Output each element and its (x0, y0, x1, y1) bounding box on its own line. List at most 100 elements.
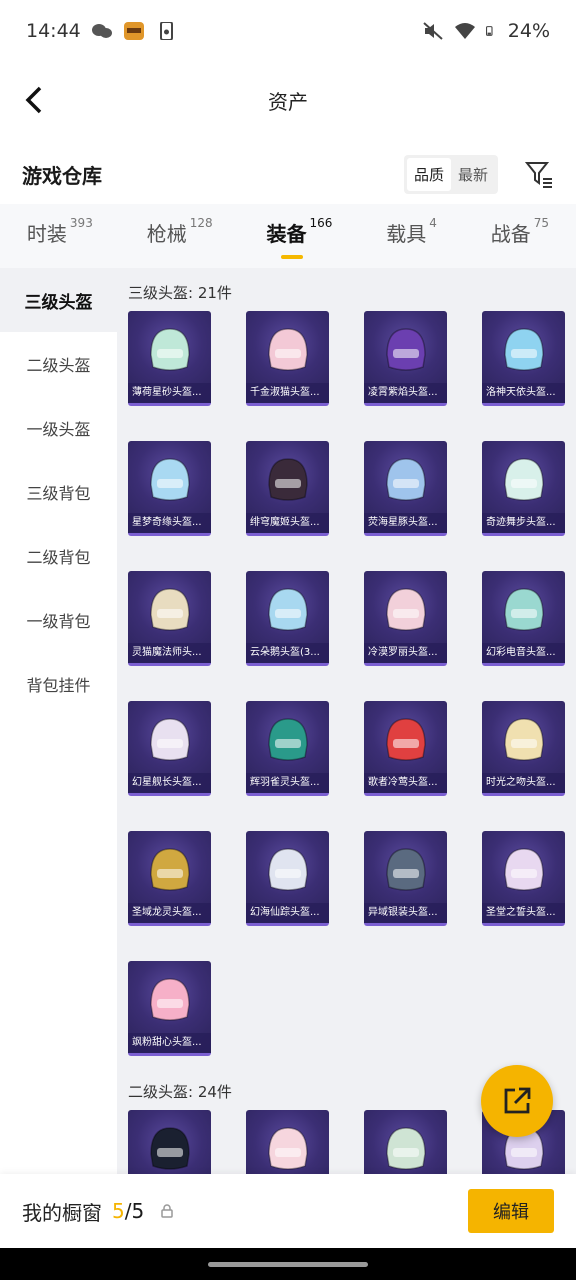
item-name: 薄荷星砂头盔... (128, 383, 211, 403)
mute-icon (423, 22, 443, 40)
helmet-icon (150, 458, 190, 501)
item-card[interactable]: 时光之吻头盔... (482, 701, 565, 796)
item-name: 时光之吻头盔... (482, 773, 565, 793)
sidebar-item-level2-helmet[interactable]: 二级头盔 (0, 332, 117, 396)
item-card[interactable]: 圣堂之誓头盔... (482, 831, 565, 926)
item-card[interactable] (128, 1110, 211, 1174)
tab-label: 装备 (266, 221, 307, 246)
tab-count: 4 (429, 215, 437, 230)
item-name: 幻海仙踪头盔... (246, 903, 329, 923)
item-name: 圣域龙灵头盔... (128, 903, 211, 923)
item-name: 辉羽雀灵头盔... (246, 773, 329, 793)
filter-icon[interactable] (524, 159, 554, 189)
share-button[interactable] (481, 1065, 553, 1137)
item-name: 奇迹舞步头盔... (482, 513, 565, 533)
back-button[interactable] (16, 78, 52, 122)
item-card[interactable]: 奇迹舞步头盔... (482, 441, 565, 536)
tab-equipment[interactable]: 装备 166 (266, 215, 333, 259)
home-gesture-handle[interactable] (208, 1262, 368, 1267)
item-card[interactable]: 灵猫魔法师头... (128, 571, 211, 666)
helmet-icon (504, 328, 544, 371)
item-card[interactable] (364, 1110, 447, 1174)
sort-quality-button[interactable]: 品质 (406, 157, 451, 191)
helmet-icon (268, 588, 308, 631)
item-card[interactable] (246, 1110, 329, 1174)
item-name: 歌者冷莺头盔... (364, 773, 447, 793)
battery-icon (485, 26, 493, 36)
subcategory-sidebar: 三级头盔 二级头盔 一级头盔 三级背包 二级背包 一级背包 背包挂件 (0, 268, 117, 1174)
lock-icon (161, 1204, 173, 1218)
tab-vehicles[interactable]: 载具 4 (386, 215, 437, 255)
item-card[interactable]: 幻彩电音头盔... (482, 571, 565, 666)
sidebar-item-level3-helmet[interactable]: 三级头盔 (0, 268, 117, 332)
item-card[interactable]: 圣域龙灵头盔... (128, 831, 211, 926)
repo-title: 游戏仓库 (22, 163, 102, 188)
helmet-icon (268, 848, 308, 891)
sidebar-item-level2-backpack[interactable]: 二级背包 (0, 524, 117, 588)
item-card[interactable]: 千金淑猫头盔... (246, 311, 329, 406)
sidebar-item-level1-backpack[interactable]: 一级背包 (0, 588, 117, 652)
sidebar-item-backpack-charm[interactable]: 背包挂件 (0, 652, 117, 716)
item-card[interactable]: 凌霄紫焰头盔... (364, 311, 447, 406)
helmet-icon (150, 848, 190, 891)
tab-fashion[interactable]: 时装 393 (26, 216, 93, 255)
item-card[interactable]: 薄荷星砂头盔... (128, 311, 211, 406)
item-card[interactable]: 洛神天依头盔... (482, 311, 565, 406)
tab-weapons[interactable]: 枪械 128 (146, 215, 213, 255)
helmet-icon (386, 588, 426, 631)
helmet-icon (268, 718, 308, 761)
edit-button[interactable]: 编辑 (468, 1189, 554, 1233)
item-card[interactable]: 云朵鹅头盔(3... (246, 571, 329, 666)
item-card[interactable]: 歌者冷莺头盔... (364, 701, 447, 796)
helmet-icon (150, 718, 190, 761)
helmet-icon (150, 328, 190, 371)
helmet-icon (504, 718, 544, 761)
category-tabs: 时装 393 枪械 128 装备 166 载具 4 战备 75 (0, 204, 576, 268)
sidebar-item-level3-backpack[interactable]: 三级背包 (0, 460, 117, 524)
helmet-icon (268, 1127, 308, 1170)
showcase-total: /5 (124, 1199, 145, 1223)
item-card[interactable]: 荧海星豚头盔... (364, 441, 447, 536)
item-card[interactable]: 幻星舰长头盔... (128, 701, 211, 796)
item-name: 幻彩电音头盔... (482, 643, 565, 663)
status-time: 14:44 (26, 20, 81, 42)
tab-count: 128 (189, 215, 213, 230)
back-arrow-icon (25, 86, 42, 114)
tab-supplies[interactable]: 战备 75 (490, 215, 549, 255)
tab-label: 载具 (386, 221, 427, 246)
tab-label: 时装 (26, 221, 67, 246)
helmet-icon (268, 328, 308, 371)
tab-label: 战备 (490, 221, 531, 246)
item-name: 千金淑猫头盔... (246, 383, 329, 403)
helmet-icon (268, 458, 308, 501)
tab-count: 75 (533, 215, 549, 230)
showcase-current: 5 (112, 1199, 125, 1223)
phone-lock-icon (159, 22, 173, 40)
sidebar-item-level1-helmet[interactable]: 一级头盔 (0, 396, 117, 460)
showcase-label: 我的橱窗 (22, 1200, 102, 1225)
external-link-icon (504, 1087, 531, 1114)
item-card[interactable]: 绯穹魔姬头盔... (246, 441, 329, 536)
sort-latest-button[interactable]: 最新 (451, 158, 495, 191)
helmet-icon (150, 1127, 190, 1170)
helmet-icon (504, 848, 544, 891)
item-name: 荧海星豚头盔... (364, 513, 447, 533)
helmet-icon (504, 588, 544, 631)
tab-label: 枪械 (146, 221, 187, 246)
battery-level: 24% (507, 20, 550, 42)
item-name: 星梦奇缘头盔... (128, 513, 211, 533)
item-card[interactable]: 冷漠罗丽头盔... (364, 571, 447, 666)
item-card[interactable]: 异域银装头盔... (364, 831, 447, 926)
item-card[interactable]: 星梦奇缘头盔... (128, 441, 211, 536)
item-card[interactable]: 幻海仙踪头盔... (246, 831, 329, 926)
tab-count: 166 (309, 215, 333, 230)
item-name: 洛神天依头盔... (482, 383, 565, 403)
status-bar: 14:44 24% (0, 0, 576, 62)
item-name: 绯穹魔姬头盔... (246, 513, 329, 533)
item-card[interactable]: 辉羽雀灵头盔... (246, 701, 329, 796)
item-card[interactable]: 飒粉甜心头盔... (128, 961, 211, 1056)
wechat-icon (91, 24, 112, 38)
game-app-icon (123, 22, 144, 40)
item-name: 圣堂之誓头盔... (482, 903, 565, 923)
helmet-icon (504, 458, 544, 501)
